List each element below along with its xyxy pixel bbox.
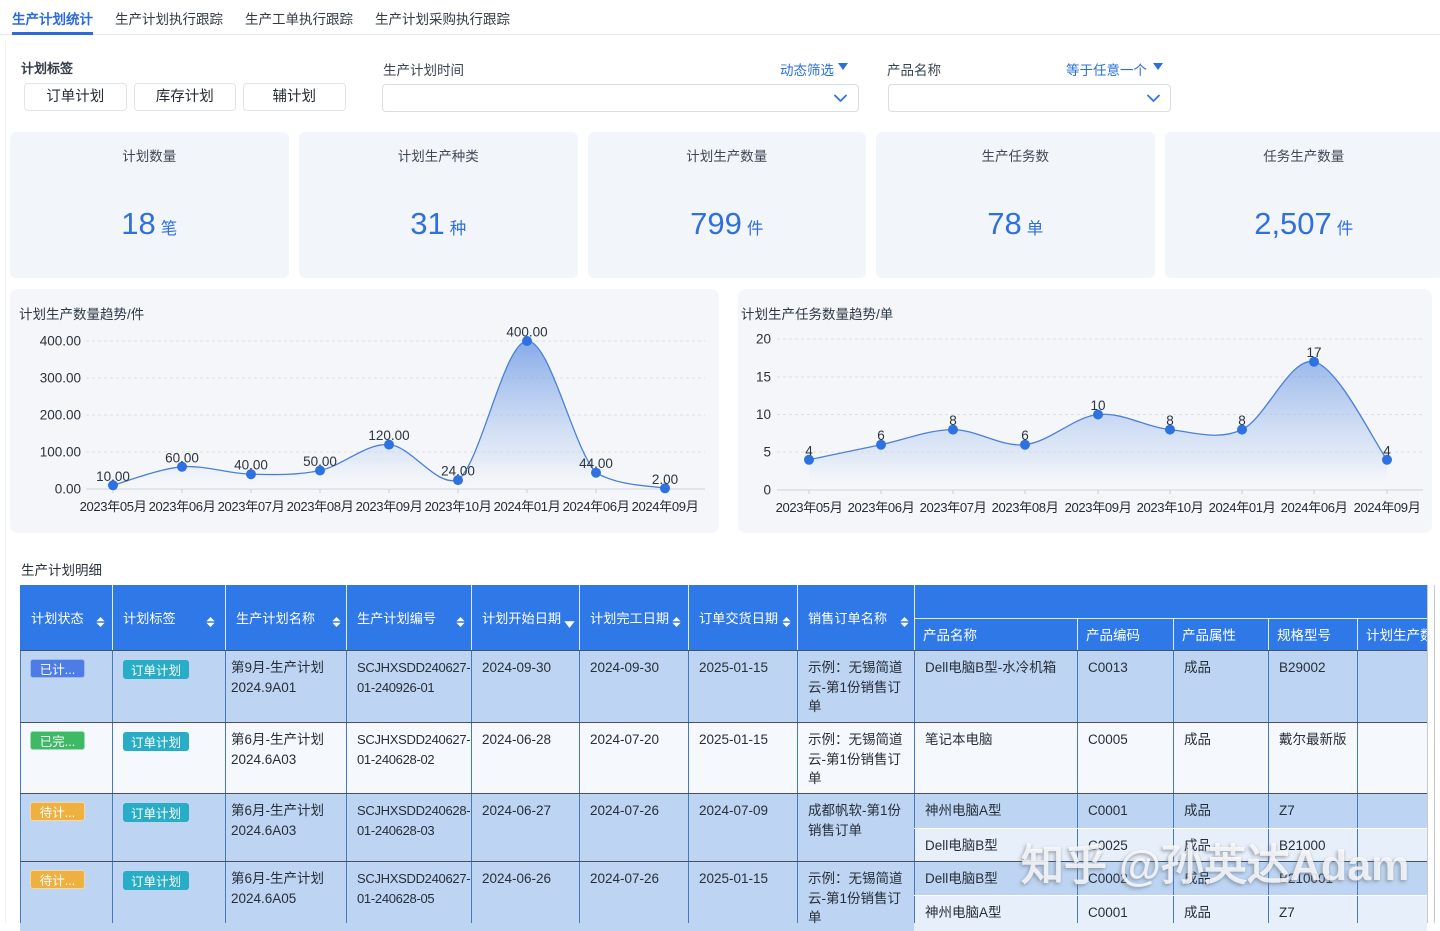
svg-text:2023年10月: 2023年10月 xyxy=(425,499,492,514)
svg-text:200.00: 200.00 xyxy=(40,408,81,423)
svg-text:2023年07月: 2023年07月 xyxy=(218,499,285,514)
svg-text:2024年06月: 2024年06月 xyxy=(1281,500,1348,515)
svg-text:120.00: 120.00 xyxy=(368,428,409,443)
svg-text:2024年09月: 2024年09月 xyxy=(632,499,699,514)
svg-text:2024年06月: 2024年06月 xyxy=(563,499,630,514)
svg-text:10.00: 10.00 xyxy=(96,469,130,484)
svg-text:2023年06月: 2023年06月 xyxy=(848,500,915,515)
svg-text:2023年08月: 2023年08月 xyxy=(992,500,1059,515)
svg-text:15: 15 xyxy=(756,370,771,385)
svg-text:8: 8 xyxy=(1166,413,1174,428)
svg-text:24.00: 24.00 xyxy=(441,464,475,479)
svg-text:5: 5 xyxy=(763,445,771,460)
svg-text:2023年10月: 2023年10月 xyxy=(1137,500,1204,515)
svg-text:2024年01月: 2024年01月 xyxy=(1209,500,1276,515)
svg-text:300.00: 300.00 xyxy=(40,371,81,386)
svg-text:400.00: 400.00 xyxy=(40,334,81,349)
svg-text:10: 10 xyxy=(1090,398,1105,413)
svg-text:400.00: 400.00 xyxy=(506,325,547,340)
svg-text:8: 8 xyxy=(949,413,957,428)
svg-text:0: 0 xyxy=(763,483,771,498)
svg-text:60.00: 60.00 xyxy=(165,450,199,465)
svg-text:2024年01月: 2024年01月 xyxy=(494,499,561,514)
svg-text:6: 6 xyxy=(1021,428,1029,443)
svg-text:10: 10 xyxy=(756,407,771,422)
svg-text:2023年09月: 2023年09月 xyxy=(356,499,423,514)
svg-text:6: 6 xyxy=(877,428,885,443)
svg-text:4: 4 xyxy=(805,443,813,458)
svg-text:2023年06月: 2023年06月 xyxy=(149,499,216,514)
svg-text:100.00: 100.00 xyxy=(40,445,81,460)
svg-text:50.00: 50.00 xyxy=(303,454,337,469)
svg-text:2023年08月: 2023年08月 xyxy=(287,499,354,514)
svg-text:20: 20 xyxy=(756,332,771,347)
svg-text:0.00: 0.00 xyxy=(55,482,81,497)
svg-text:2.00: 2.00 xyxy=(652,472,678,487)
svg-text:40.00: 40.00 xyxy=(234,458,268,473)
svg-text:2023年05月: 2023年05月 xyxy=(776,500,843,515)
svg-text:2024年09月: 2024年09月 xyxy=(1354,500,1421,515)
svg-text:2023年05月: 2023年05月 xyxy=(80,499,147,514)
svg-text:2023年07月: 2023年07月 xyxy=(920,500,987,515)
svg-text:17: 17 xyxy=(1306,345,1321,360)
svg-text:8: 8 xyxy=(1238,413,1246,428)
svg-text:2023年09月: 2023年09月 xyxy=(1065,500,1132,515)
svg-text:44.00: 44.00 xyxy=(579,456,613,471)
svg-text:4: 4 xyxy=(1383,443,1391,458)
